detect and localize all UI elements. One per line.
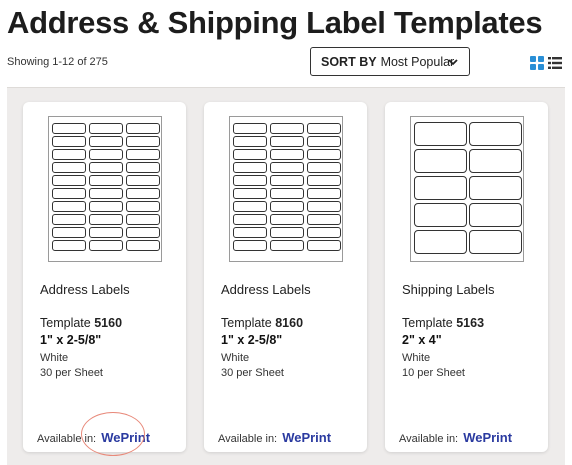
card-template-number: Template 5163 bbox=[402, 316, 485, 330]
template-grid: Address Labels Template 5160 1" x 2-5/8"… bbox=[7, 87, 565, 465]
weprint-link[interactable]: WePrint bbox=[282, 430, 331, 445]
card-template-number: Template 5160 bbox=[40, 316, 123, 330]
card-per-sheet: 30 per Sheet bbox=[221, 367, 284, 379]
list-view-icon[interactable] bbox=[548, 56, 562, 70]
template-card-5160[interactable]: Address Labels Template 5160 1" x 2-5/8"… bbox=[23, 102, 186, 452]
card-per-sheet: 30 per Sheet bbox=[40, 367, 103, 379]
card-availability: Available in: WePrint bbox=[399, 430, 513, 445]
card-category[interactable]: Shipping Labels bbox=[402, 282, 495, 297]
card-availability: Available in: WePrint bbox=[218, 430, 332, 445]
card-size: 1" x 2-5/8" bbox=[40, 333, 102, 347]
weprint-link[interactable]: WePrint bbox=[463, 430, 512, 445]
card-size: 2" x 4" bbox=[402, 333, 442, 347]
view-toggle bbox=[530, 56, 562, 70]
template-thumbnail[interactable] bbox=[48, 116, 162, 262]
sort-value: Most Popular bbox=[380, 54, 455, 69]
page-title: Address & Shipping Label Templates bbox=[7, 5, 543, 40]
template-card-8160[interactable]: Address Labels Template 8160 1" x 2-5/8"… bbox=[204, 102, 367, 452]
weprint-link[interactable]: WePrint bbox=[101, 430, 150, 445]
card-category[interactable]: Address Labels bbox=[221, 282, 311, 297]
results-count: Showing 1-12 of 275 bbox=[7, 56, 108, 68]
chevron-down-icon bbox=[448, 59, 458, 66]
sort-dropdown[interactable]: SORT BY Most Popular bbox=[310, 47, 470, 76]
card-color: White bbox=[402, 352, 431, 364]
card-color: White bbox=[40, 352, 69, 364]
template-card-5163[interactable]: Shipping Labels Template 5163 2" x 4" Wh… bbox=[385, 102, 548, 452]
card-category[interactable]: Address Labels bbox=[40, 282, 130, 297]
grid-view-icon[interactable] bbox=[530, 56, 544, 70]
card-size: 1" x 2-5/8" bbox=[221, 333, 283, 347]
template-thumbnail[interactable] bbox=[410, 116, 524, 262]
card-template-number: Template 8160 bbox=[221, 316, 304, 330]
sort-key-label: SORT BY bbox=[321, 54, 377, 69]
card-availability: Available in: WePrint bbox=[37, 430, 151, 445]
card-per-sheet: 10 per Sheet bbox=[402, 367, 465, 379]
template-thumbnail[interactable] bbox=[229, 116, 343, 262]
card-color: White bbox=[221, 352, 250, 364]
